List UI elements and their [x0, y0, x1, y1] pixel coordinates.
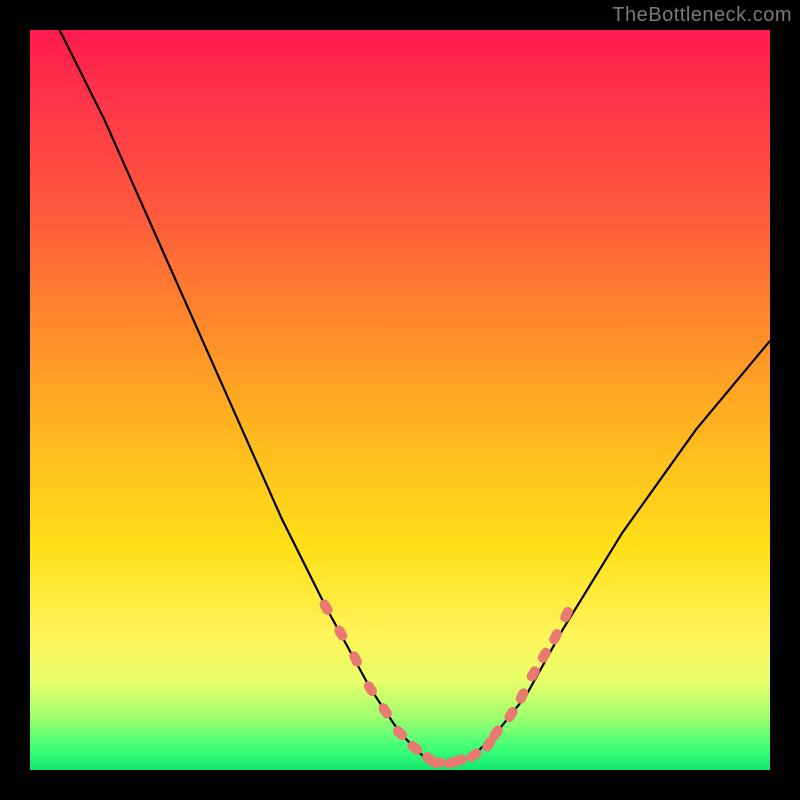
highlight-dot: [377, 701, 394, 720]
highlight-dot: [318, 598, 335, 617]
highlight-dot: [332, 624, 349, 643]
highlight-dots-right: [503, 605, 575, 724]
main-curve: [60, 30, 770, 763]
chart-svg: [30, 30, 770, 770]
watermark-text: TheBottleneck.com: [612, 4, 792, 27]
highlight-dot: [536, 646, 553, 665]
highlight-dot: [514, 687, 530, 706]
plot-area: [30, 30, 770, 770]
highlight-dots-bottom: [429, 724, 505, 770]
highlight-dot: [362, 679, 379, 698]
highlight-dot: [429, 758, 445, 768]
chart-frame: TheBottleneck.com: [0, 0, 800, 800]
highlight-dot: [547, 627, 563, 646]
